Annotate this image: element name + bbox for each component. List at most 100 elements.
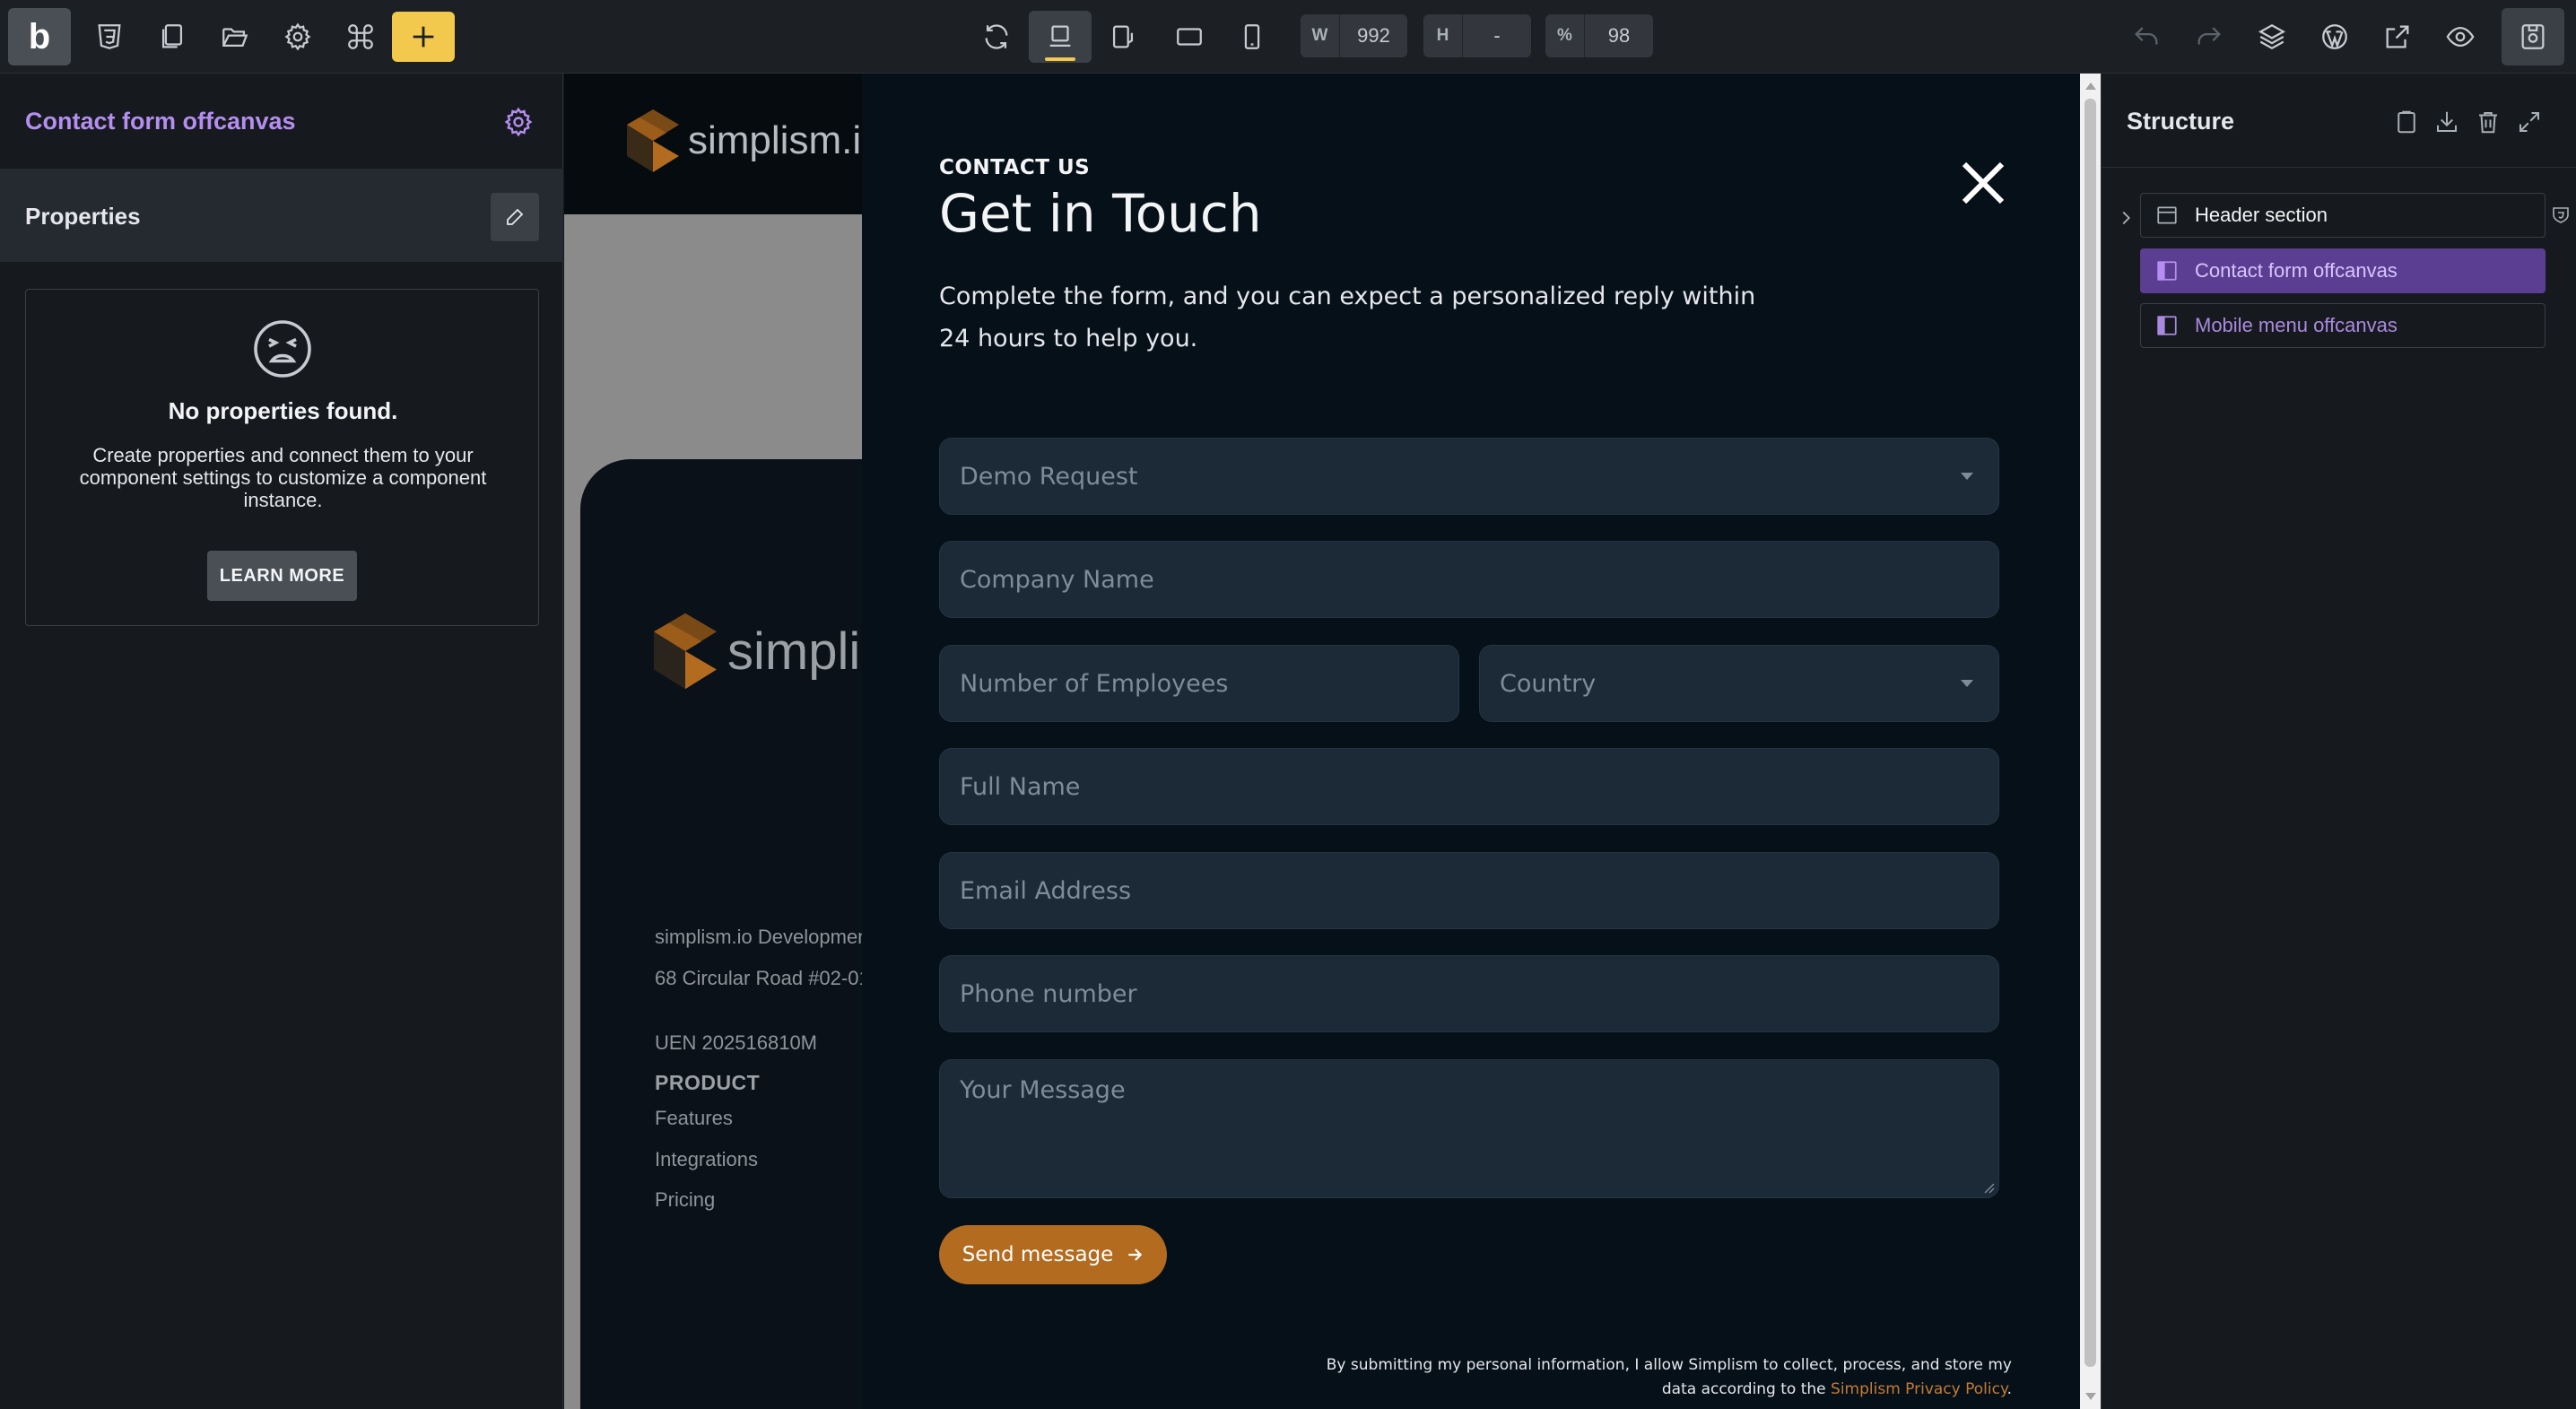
consent-prefix: data according to the [1661,1380,1832,1398]
trash-icon[interactable] [2472,106,2504,138]
mobile-phone-icon[interactable] [1231,16,1273,57]
app-logo-button[interactable]: b [8,8,71,65]
chevron-down-icon [1961,680,1973,687]
contact-description: Complete the form, and you can expect a … [939,283,1756,352]
folder-open-icon[interactable] [214,16,256,57]
pages-icon[interactable] [152,16,193,57]
properties-title: Properties [25,203,141,230]
email-input[interactable]: Email Address [939,852,1999,929]
consent-text: By submitting my personal information, I… [1025,1353,2012,1402]
chevron-right-icon[interactable] [2116,208,2136,228]
request-type-select[interactable]: Demo Request [939,438,1999,515]
undo-icon[interactable] [2126,16,2167,57]
layers-icon[interactable] [2251,16,2293,57]
structure-item-contact-form-offcanvas[interactable]: Contact form offcanvas [2140,248,2546,293]
left-panel: Contact form offcanvas Properties No pro… [0,74,563,1409]
phone-placeholder: Phone number [960,979,1137,1008]
send-message-label: Send message [962,1243,1114,1266]
top-toolbar: b W 992 H - % 98 [0,0,2576,74]
scroll-thumb[interactable] [2084,99,2096,1367]
offcanvas-icon [2157,261,2177,281]
consent-line-2: data according to the Simplism Privacy P… [1025,1378,2012,1402]
phone-input[interactable]: Phone number [939,955,1999,1032]
contact-eyebrow: CONTACT US [939,156,1091,179]
redo-icon[interactable] [2189,16,2230,57]
expand-icon[interactable] [2513,106,2546,138]
chevron-down-icon [1961,473,1973,480]
settings-gear-icon[interactable] [277,16,318,57]
footer-link-pricing[interactable]: Pricing [655,1188,715,1212]
footer-link-features[interactable]: Features [655,1107,733,1130]
width-field[interactable]: W 992 [1301,14,1407,57]
structure-item-mobile-menu-offcanvas[interactable]: Mobile menu offcanvas [2140,303,2546,348]
zoom-label: % [1545,14,1585,57]
empty-title: No properties found. [168,397,398,424]
structure-panel: Structure Header section Contact form of… [2101,74,2576,1409]
structure-panel-toggle-icon[interactable] [2502,8,2564,65]
height-field[interactable]: H - [1423,14,1531,57]
tablet-landscape-rotate-icon[interactable] [1102,16,1144,57]
send-message-button[interactable]: Send message [939,1225,1167,1284]
consent-suffix: . [2006,1380,2012,1398]
scroll-down-arrow[interactable] [2085,1393,2096,1400]
message-textarea[interactable]: Your Message [939,1059,1999,1198]
structure-divider [2102,167,2576,168]
offcanvas-icon [2157,316,2177,335]
download-icon[interactable] [2431,106,2463,138]
product-heading: PRODUCT [655,1071,761,1094]
add-element-button[interactable] [392,12,455,62]
resize-handle-icon[interactable] [1982,1181,1995,1194]
full-name-input[interactable]: Full Name [939,748,1999,825]
country-select[interactable]: Country [1479,645,1999,722]
country-placeholder: Country [1500,669,1597,698]
empty-properties-card: No properties found. Create properties a… [25,289,539,626]
close-icon[interactable] [1958,158,2008,208]
component-shield-icon [2550,204,2572,226]
structure-item-label: Contact form offcanvas [2195,259,2398,282]
tablet-landscape-icon[interactable] [1169,16,1210,57]
site-logo[interactable]: simplism.io [627,109,883,172]
scroll-up-arrow[interactable] [2085,83,2096,90]
privacy-policy-link[interactable]: Simplism Privacy Policy [1831,1380,2007,1398]
structure-item-header-section[interactable]: Header section [2140,193,2546,238]
simplism-logo-icon [654,613,717,690]
width-value[interactable]: 992 [1340,24,1407,48]
footer-link-integrations[interactable]: Integrations [655,1148,758,1171]
message-placeholder: Your Message [960,1076,1126,1104]
site-logo-text: simplism.io [688,118,883,162]
request-type-value: Demo Request [960,462,1138,491]
command-icon[interactable] [340,16,381,57]
edit-properties-button[interactable] [491,193,539,241]
clipboard-icon[interactable] [2390,106,2423,138]
css3-icon[interactable] [89,16,130,57]
learn-more-button[interactable]: LEARN MORE [207,551,357,601]
external-link-icon[interactable] [2377,16,2418,57]
employees-input[interactable]: Number of Employees [939,645,1459,722]
consent-line-1: By submitting my personal information, I… [1326,1356,2012,1374]
preview-canvas[interactable]: simplism.io simplism.io simplism.io Deve… [564,74,2101,1409]
company-uen: UEN 202516810M [655,1031,818,1054]
pencil-icon [507,208,524,225]
full-name-placeholder: Full Name [960,772,1081,801]
simplism-logo-icon [627,109,679,172]
component-settings-gear-icon[interactable] [502,106,535,138]
zoom-value[interactable]: 98 [1585,24,1653,48]
zoom-field[interactable]: % 98 [1545,14,1653,57]
canvas-scrollbar[interactable] [2080,74,2101,1409]
contact-offcanvas: CONTACT US Get in Touch Complete the for… [862,74,2080,1409]
refresh-icon[interactable] [976,16,1017,57]
company-name-input[interactable]: Company Name [939,541,1999,618]
width-label: W [1301,14,1340,57]
app-logo-letter: b [28,16,51,57]
empty-description: Create properties and connect them to yo… [79,444,487,511]
properties-header: Properties [0,169,563,262]
structure-item-label: Header section [2195,204,2328,226]
wordpress-icon[interactable] [2314,16,2355,57]
laptop-icon [1040,16,1081,57]
company-name-placeholder: Company Name [960,565,1154,594]
company-address: 68 Circular Road #02-01 [655,967,870,989]
email-placeholder: Email Address [960,876,1132,905]
preview-eye-icon[interactable] [2440,16,2481,57]
active-breakpoint-indicator [1045,57,1075,61]
height-value[interactable]: - [1463,24,1531,48]
